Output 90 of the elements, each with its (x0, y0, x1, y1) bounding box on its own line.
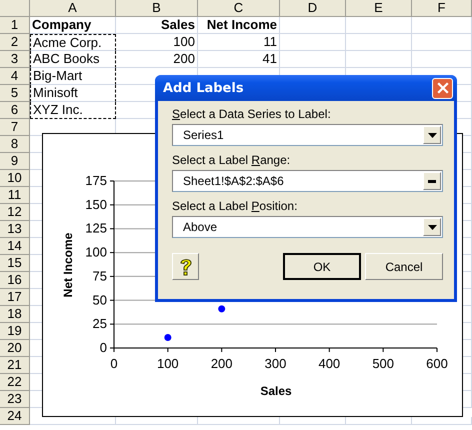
column-header[interactable]: C (198, 0, 280, 17)
row-header[interactable]: 11 (0, 187, 30, 204)
table-cell[interactable] (346, 51, 412, 68)
dropdown-button[interactable] (423, 218, 441, 236)
table-cell[interactable]: 200 (116, 51, 198, 68)
table-cell[interactable] (412, 51, 472, 68)
row-header[interactable]: 12 (0, 204, 30, 221)
table-cell[interactable]: ABC Books (30, 51, 116, 68)
x-tick-label: 600 (426, 356, 448, 371)
collapse-button[interactable] (423, 172, 441, 190)
row-header[interactable]: 17 (0, 289, 30, 306)
table-cell[interactable]: Company (30, 17, 116, 34)
x-axis-title: Sales (260, 384, 292, 398)
row-header[interactable]: 18 (0, 306, 30, 323)
x-tick-label: 200 (210, 356, 233, 371)
y-axis-title: Net Income (61, 232, 75, 298)
table-cell[interactable]: Minisoft (30, 85, 116, 102)
row-header[interactable]: 13 (0, 221, 30, 238)
x-tick-label: 300 (264, 356, 286, 371)
row-header[interactable]: 23 (0, 391, 30, 408)
row-header[interactable]: 8 (0, 136, 30, 153)
row-header[interactable]: 14 (0, 238, 30, 255)
table-cell[interactable] (280, 34, 346, 51)
column-header[interactable]: B (116, 0, 198, 17)
row-header[interactable]: 7 (0, 119, 30, 136)
field-label: Select a Label Position: (172, 199, 298, 213)
row-header[interactable]: 10 (0, 170, 30, 187)
row-header[interactable]: 2 (0, 34, 30, 51)
row-header[interactable]: 22 (0, 374, 30, 391)
column-header[interactable]: F (412, 0, 472, 17)
dialog-title: Add Labels (163, 80, 244, 96)
field-label: Select a Label Range: (172, 153, 290, 167)
x-tick-label: 400 (318, 356, 340, 371)
column-header[interactable]: D (280, 0, 346, 17)
y-tick-label: 25 (92, 316, 107, 332)
help-button[interactable] (172, 253, 199, 280)
close-icon (436, 82, 448, 94)
dropdown-button[interactable] (423, 126, 441, 144)
table-cell[interactable] (412, 17, 472, 34)
cancel-button[interactable]: Cancel (365, 253, 443, 280)
table-cell[interactable] (346, 34, 412, 51)
y-tick-label: 100 (85, 244, 107, 260)
table-cell[interactable]: Sales (116, 17, 198, 34)
dropdown[interactable]: Above (172, 216, 443, 238)
x-tick-label: 100 (156, 356, 179, 371)
row-header[interactable]: 5 (0, 85, 30, 102)
field-label: Select a Data Series to Label: (172, 107, 331, 121)
row-header[interactable]: 1 (0, 17, 30, 34)
data-point[interactable] (218, 305, 226, 312)
y-tick-label: 75 (92, 268, 107, 284)
data-point[interactable] (164, 334, 172, 341)
y-tick-label: 125 (85, 220, 107, 236)
minus-icon (428, 180, 436, 182)
select-all-corner[interactable] (0, 0, 30, 17)
row-header[interactable]: 24 (0, 408, 30, 425)
row-header[interactable]: 6 (0, 102, 30, 119)
column-header[interactable]: E (346, 0, 412, 17)
ok-button[interactable]: OK (283, 253, 361, 280)
question-mark-icon (178, 256, 192, 276)
dropdown[interactable]: Series1 (172, 124, 443, 146)
column-header[interactable]: A (30, 0, 116, 17)
table-cell[interactable] (280, 17, 346, 34)
range-field[interactable]: Sheet1!$A$2:$A$6 (172, 170, 443, 192)
row-header[interactable]: 20 (0, 340, 30, 357)
table-cell[interactable] (346, 17, 412, 34)
row-header[interactable]: 19 (0, 323, 30, 340)
table-cell[interactable]: 41 (198, 51, 280, 68)
table-cell[interactable]: Net Income (198, 17, 280, 34)
y-tick-label: 150 (85, 196, 107, 212)
row-header[interactable]: 3 (0, 51, 30, 68)
row-header[interactable]: 21 (0, 357, 30, 374)
row-header[interactable]: 15 (0, 255, 30, 272)
table-cell[interactable] (412, 34, 472, 51)
close-button[interactable] (432, 78, 453, 98)
x-tick-label: 0 (110, 356, 118, 371)
table-cell[interactable]: 11 (198, 34, 280, 51)
table-cell[interactable] (280, 51, 346, 68)
x-tick-label: 500 (372, 356, 394, 371)
row-header[interactable]: 4 (0, 68, 30, 85)
table-cell[interactable]: Big-Mart (30, 68, 116, 85)
table-cell[interactable]: Acme Corp. (30, 34, 116, 51)
y-tick-label: 50 (92, 292, 107, 308)
caret-icon (428, 132, 436, 138)
table-cell[interactable]: 100 (116, 34, 198, 51)
caret-icon (428, 224, 436, 230)
table-cell[interactable]: XYZ Inc. (30, 102, 116, 119)
row-header[interactable]: 9 (0, 153, 30, 170)
row-header[interactable]: 16 (0, 272, 30, 289)
y-tick-label: 0 (100, 340, 107, 355)
y-tick-label: 175 (85, 173, 107, 188)
